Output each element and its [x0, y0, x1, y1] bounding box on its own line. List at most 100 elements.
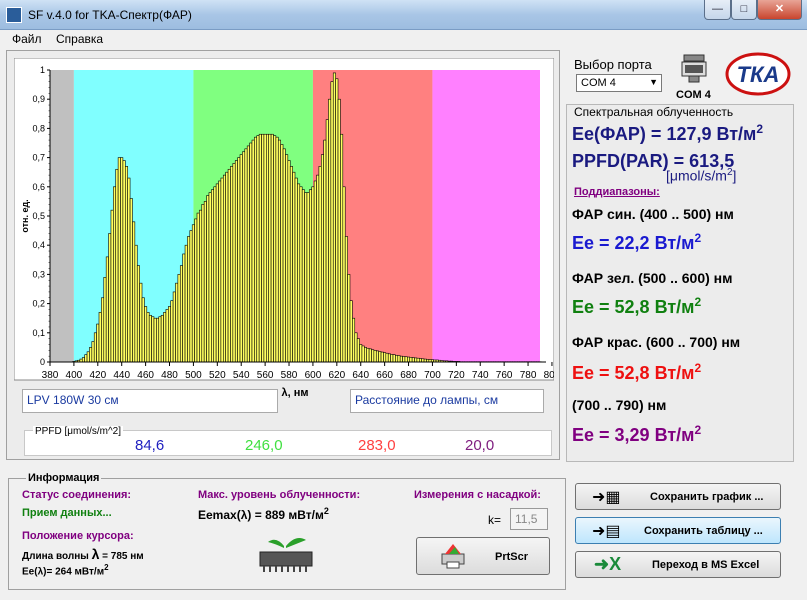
range-farred-value: Ee = 3,29 Вт/м2 [572, 423, 701, 446]
maximize-button[interactable]: □ [731, 0, 757, 20]
spectrum-bar [124, 166, 128, 363]
x-tick-label: 640 [352, 370, 369, 381]
spectrum-bar [294, 177, 298, 363]
spectrum-bar [232, 163, 236, 363]
spectrum-bar [151, 316, 155, 363]
spectrum-bar [191, 224, 195, 363]
close-button[interactable]: ✕ [757, 0, 802, 20]
y-tick-label: 0,3 [32, 269, 45, 279]
spectrum-bar [213, 186, 217, 363]
spectrum-bar [359, 344, 363, 363]
excel-button[interactable]: ➜X Переход в MS Excel [575, 551, 781, 578]
spectrum-bar [251, 139, 255, 363]
chevron-down-icon: ▼ [649, 77, 658, 87]
x-tick-label: 740 [472, 370, 489, 381]
spectrum-bar [344, 236, 348, 363]
excel-icon: ➜X [594, 554, 622, 574]
spectrum-bar [311, 186, 315, 363]
spectrum-bar [352, 317, 356, 363]
save-chart-button[interactable]: ➜▦ Сохранить график ... [575, 483, 781, 510]
x-tick-label: 720 [448, 370, 465, 381]
ee-cursor-prefix: Ee( [22, 566, 38, 578]
x-tick-label: 480 [161, 370, 178, 381]
x-tick-label: 800 [544, 370, 554, 381]
spectrum-bar [175, 282, 179, 363]
x-tick-label: 680 [400, 370, 417, 381]
spectrum-bar [323, 139, 327, 363]
ppfd-green-value: 246,0 [245, 437, 283, 454]
spectrum-bar [273, 135, 277, 363]
spectrum-bar [134, 244, 138, 363]
spectrum-bar [146, 312, 150, 363]
spectrum-bar [237, 157, 241, 363]
spectrum-bar [337, 98, 341, 363]
title-bar: SF v.4.0 for TKA-Спектр(ФАР) — □ ✕ [0, 0, 807, 30]
y-tick-label: 0,2 [32, 299, 45, 309]
x-tick-label: 500 [185, 370, 202, 381]
x-axis-label: λ, нм [281, 387, 308, 399]
sensor-chip-icon [254, 534, 318, 574]
spectrum-bar [189, 230, 193, 363]
spectrum-bar [411, 357, 415, 363]
lamp-field[interactable]: LPV 180W 30 см [22, 389, 278, 413]
spectrum-bar [416, 357, 420, 363]
distance-field[interactable]: Расстояние до лампы, см [350, 389, 544, 413]
nozzle-label: Измерения с насадкой: [414, 489, 541, 501]
menu-file[interactable]: Файл [12, 32, 42, 46]
prtscr-button[interactable]: PrtScr [416, 537, 550, 575]
menu-help[interactable]: Справка [56, 32, 103, 46]
ee-cursor-sup: 2 [104, 563, 109, 572]
x-tick-label: 580 [281, 370, 298, 381]
spectrum-bar [277, 139, 281, 363]
spectrum-bar [328, 98, 332, 363]
save-table-button[interactable]: ➜▤ Сохранить таблицу ... [575, 517, 781, 544]
range-farred-text: Ee = 3,29 Вт/м [572, 425, 695, 445]
y-tick-label: 0 [40, 357, 45, 367]
y-tick-label: 0,6 [32, 182, 45, 192]
spectrum-bar [136, 265, 140, 363]
range-red-label: ФАР крас. (600 .. 700) нм [572, 334, 741, 350]
x-tick-label: 460 [137, 370, 154, 381]
k-input[interactable]: 11,5 [510, 508, 548, 530]
spectrum-bar [371, 349, 375, 363]
k-label: k= [488, 513, 502, 527]
minimize-button[interactable]: — [704, 0, 731, 20]
spectrum-bar [409, 357, 413, 363]
spectrum-bar [256, 135, 260, 363]
spectrum-bar [144, 306, 148, 363]
spectrum-bar [397, 355, 401, 363]
lambda-symbol: λ [91, 546, 100, 562]
save-chart-label: Сохранить график ... [650, 491, 764, 503]
range-red-text: Ee = 52,8 Вт/м [572, 363, 695, 383]
spectrum-bar [392, 354, 396, 363]
spectrum-bar [289, 166, 293, 363]
ppfd-unit-end: ] [732, 167, 737, 184]
spectrum-bar [160, 314, 164, 363]
spectrum-bar [387, 353, 391, 363]
ee-far-sup: 2 [756, 122, 764, 136]
spectrum-bar [297, 183, 301, 363]
spectrum-bar [105, 256, 109, 363]
y-tick-label: 0,4 [32, 240, 45, 250]
spectrum-bar [103, 277, 107, 363]
spectrum-bar [113, 186, 117, 363]
spectrum-bar [108, 233, 112, 363]
spectrum-bar [244, 148, 248, 363]
spectrum-bar [282, 148, 286, 363]
save-table-label: Сохранить таблицу ... [644, 525, 763, 537]
spectrum-bar [215, 183, 219, 363]
x-tick-label: 440 [113, 370, 130, 381]
spectrum-bar [280, 144, 284, 363]
window-title: SF v.4.0 for TKA-Спектр(ФАР) [28, 8, 192, 22]
spectrum-bar [203, 201, 207, 363]
spectrum-bar [206, 195, 210, 363]
range-red-value: Ee = 52,8 Вт/м2 [572, 361, 701, 384]
spectrum-bar [395, 354, 399, 363]
spectrum-bar [139, 282, 143, 363]
info-title: Информация [26, 472, 102, 484]
ppfd-strip: PPFD [μmol/s/m^2] 84,6 246,0 283,0 20,0 [24, 426, 552, 456]
spectrum-bar [225, 171, 229, 363]
port-select[interactable]: COM 4 ▼ [576, 74, 662, 92]
spectrum-bar [385, 352, 389, 363]
port-select-value: COM 4 [581, 77, 616, 89]
